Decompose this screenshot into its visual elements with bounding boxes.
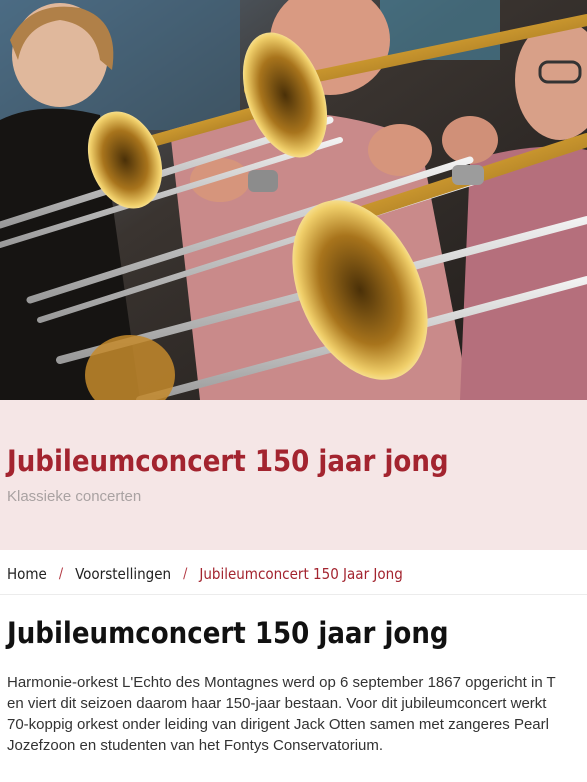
hero-photo-trombones — [0, 0, 587, 400]
page-title: Jubileumconcert 150 jaar jong — [7, 616, 449, 650]
article-body: Harmonie-orkest L'Echto des Montagnes we… — [7, 672, 587, 756]
breadcrumb-current: Jubileumconcert 150 Jaar Jong — [199, 565, 403, 583]
article-line: 70-koppig orkest onder leiding van dirig… — [7, 716, 549, 733]
breadcrumb-home-link[interactable]: Home — [7, 565, 47, 583]
divider — [0, 594, 587, 595]
hero-title: Jubileumconcert 150 jaar jong — [7, 444, 449, 478]
breadcrumb-voorstellingen-link[interactable]: Voorstellingen — [75, 565, 171, 583]
article-line: en viert dit seizoen daarom haar 150-jaa… — [7, 695, 547, 712]
breadcrumb: Home / Voorstellingen / Jubileumconcert … — [7, 563, 403, 585]
breadcrumb-separator: / — [183, 566, 188, 582]
article-line: Harmonie-orkest L'Echto des Montagnes we… — [7, 674, 556, 691]
breadcrumb-separator: / — [58, 566, 64, 582]
hero-subtitle: Klassieke concerten — [7, 488, 142, 505]
article-line: Jozefzoon en studenten van het Fontys Co… — [7, 737, 384, 754]
